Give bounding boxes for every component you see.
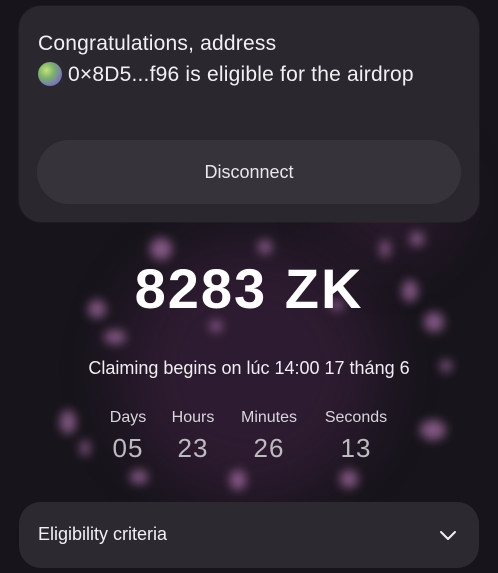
- wallet-address: 0×8D5...f96: [68, 63, 180, 86]
- countdown-seconds: Seconds 13: [311, 409, 401, 464]
- message-suffix: is eligible for the airdrop: [185, 63, 414, 86]
- chevron-down-icon: [440, 531, 456, 540]
- eligibility-criteria-label: Eligibility criteria: [38, 524, 168, 544]
- countdown-minutes: Minutes 26: [224, 409, 314, 464]
- eligibility-criteria-dropdown[interactable]: Eligibility criteria: [19, 502, 479, 568]
- eligibility-message: Congratulations, address 0×8D5...f96 is …: [38, 28, 458, 90]
- disconnect-button[interactable]: Disconnect: [37, 140, 461, 204]
- countdown-seconds-value: 13: [340, 433, 372, 463]
- countdown-minutes-label: Minutes: [240, 409, 298, 426]
- disconnect-label: Disconnect: [204, 161, 294, 182]
- countdown-seconds-label: Seconds: [324, 409, 388, 426]
- countdown-minutes-value: 26: [253, 433, 285, 463]
- eligibility-card: Congratulations, address 0×8D5...f96 is …: [19, 6, 479, 222]
- airdrop-amount: 8283 ZK: [134, 257, 364, 320]
- claim-start-text: Claiming begins on lúc 14:00 17 tháng 6: [88, 358, 410, 378]
- message-prefix: Congratulations, address: [38, 32, 277, 55]
- wallet-avatar-icon: [38, 62, 62, 86]
- countdown-timer: Days 05 Hours 23 Minutes 26 Seconds 13: [0, 409, 498, 469]
